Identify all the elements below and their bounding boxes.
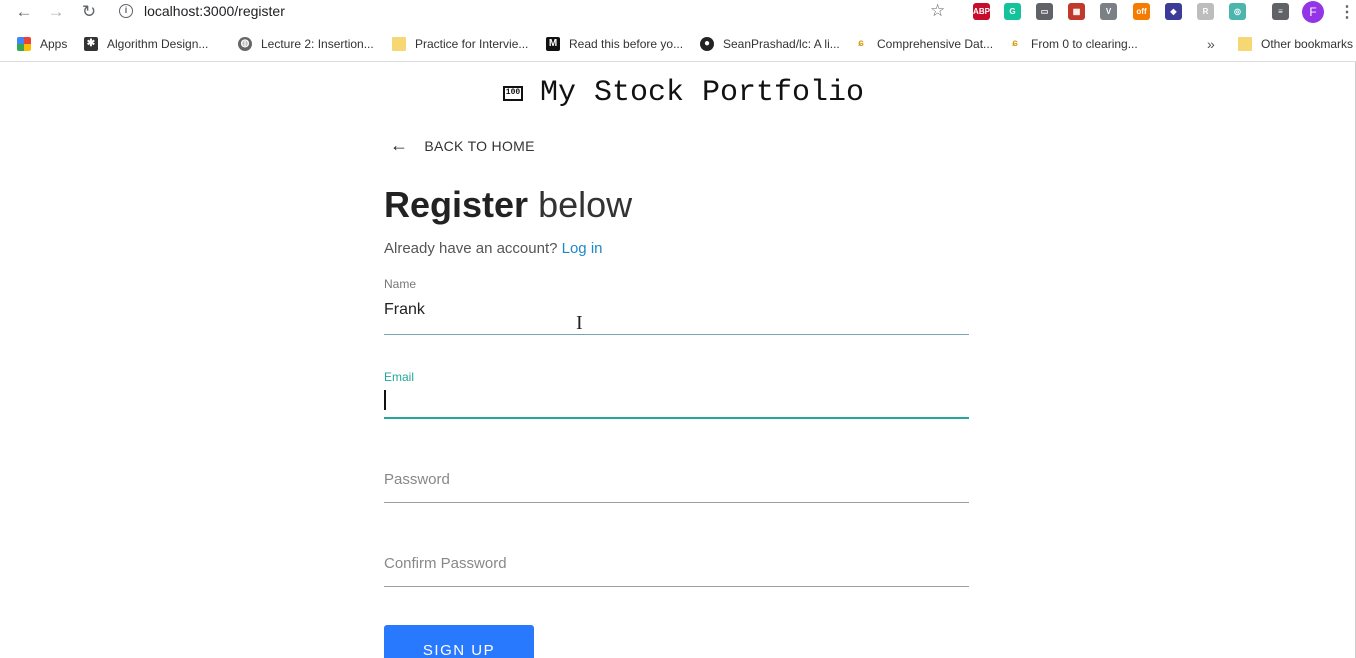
login-link[interactable]: Log in [562,240,603,257]
grammarly-extension-icon[interactable]: G [1004,3,1021,20]
email-input[interactable] [384,390,969,415]
abp-extension-icon[interactable]: ABP [973,3,990,20]
reload-icon[interactable]: ↻ [79,2,99,22]
name-input[interactable]: Frank [384,301,969,319]
bookmark-other[interactable]: Other bookmarks [1238,34,1353,54]
target-extension-icon[interactable]: ◎ [1229,3,1246,20]
register-page: 100 My Stock Portfolio ← BACK TO HOME Re… [0,62,1356,658]
bookmark-label: Other bookmarks [1261,37,1354,51]
bookmark-read-this[interactable]: M Read this before yo... [546,34,683,54]
site-title: 100 My Stock Portfolio [503,76,864,110]
confirm-password-field[interactable]: Confirm Password [384,555,969,587]
vue-extension-icon[interactable]: V [1100,3,1117,20]
email-underline [384,417,969,419]
bookmark-label: Apps [40,37,68,51]
browser-menu-icon[interactable]: ⋮ [1339,2,1355,22]
back-to-home-label: BACK TO HOME [424,137,535,154]
back-arrow-icon[interactable]: ← [14,2,34,22]
site-title-text: My Stock Portfolio [540,76,865,110]
bookmark-star-icon[interactable]: ☆ [930,1,945,21]
bookmark-seanprashad[interactable]: ● SeanPrashad/lc: A li... [700,34,840,54]
bookmark-comprehensive[interactable]: ɕ Comprehensive Dat... [854,34,993,54]
address-bar[interactable]: localhost:3000/register [144,3,285,19]
bookmark-label: Algorithm Design... [107,37,209,51]
page-heading: Register below [384,184,632,226]
flow-extension-icon[interactable]: ◆ [1165,3,1182,20]
back-to-home-link[interactable]: ← BACK TO HOME [390,135,535,156]
password-input[interactable]: Password [384,471,969,488]
r-extension-icon[interactable]: R [1197,3,1214,20]
github-icon: ● [700,37,714,51]
globe-icon: ◍ [238,37,252,51]
bookmark-label: Read this before yo... [569,37,684,51]
login-prompt: Already have an account? Log in [384,240,603,257]
bookmark-icon: ɕ [854,37,868,51]
off-extension-icon[interactable]: off [1133,3,1150,20]
input-caret [384,390,386,410]
login-prompt-text: Already have an account? [384,240,562,257]
heading-bold: Register [384,184,529,225]
puzzle-extension-icon[interactable]: ▦ [1068,3,1085,20]
bookmark-label: Lecture 2: Insertion... [261,37,374,51]
bookmark-apps[interactable]: Apps [17,34,67,54]
doc-icon [392,37,406,51]
bookmark-practice-interview[interactable]: Practice for Intervie... [392,34,528,54]
confirm-password-input[interactable]: Confirm Password [384,555,969,572]
hundred-icon: 100 [503,85,523,101]
password-field[interactable]: Password [384,471,969,503]
password-underline [384,502,969,503]
medium-icon: M [546,37,560,51]
more-bookmarks-chevron[interactable]: » [1207,34,1215,54]
email-label: Email [384,370,415,384]
name-field[interactable]: Name Frank [384,277,969,335]
heading-light: below [528,184,633,225]
bookmark-label: Comprehensive Dat... [877,37,994,51]
bookmark-from-0[interactable]: ɕ From 0 to clearing... [1008,34,1138,54]
browser-toolbar: ← → ↻ i localhost:3000/register ☆ ABP G ▭ ▦… [0,0,1356,25]
forward-arrow-icon[interactable]: → [46,2,66,22]
bookmarks-bar: Apps ✱ Algorithm Design... ◍ Lecture 2: … [0,30,1356,58]
sign-up-button[interactable]: SIGN UP [384,625,534,658]
name-underline [384,334,969,335]
bookmark-label: SeanPrashad/lc: A li... [723,37,840,51]
profile-avatar[interactable]: F [1302,1,1324,23]
bookmark-icon: ɕ [1008,37,1022,51]
bookmark-label: Practice for Intervie... [415,37,529,51]
cast-extension-icon[interactable]: ▭ [1036,3,1053,20]
confirm-password-underline [384,586,969,587]
folder-icon [1238,37,1252,51]
playlist-extension-icon[interactable]: ≡ [1272,3,1289,20]
email-field[interactable]: Email [384,370,969,420]
site-info-icon[interactable]: i [119,4,133,18]
bookmark-label: From 0 to clearing... [1031,37,1138,51]
bookmark-lecture-2[interactable]: ◍ Lecture 2: Insertion... [238,34,374,54]
apps-grid-icon [17,37,31,51]
gear-logo-icon: ✱ [84,37,98,51]
name-label: Name [384,277,417,291]
bookmark-algorithm-design[interactable]: ✱ Algorithm Design... [84,34,208,54]
text-cursor-icon: I [576,312,583,334]
arrow-left-icon: ← [390,135,409,155]
